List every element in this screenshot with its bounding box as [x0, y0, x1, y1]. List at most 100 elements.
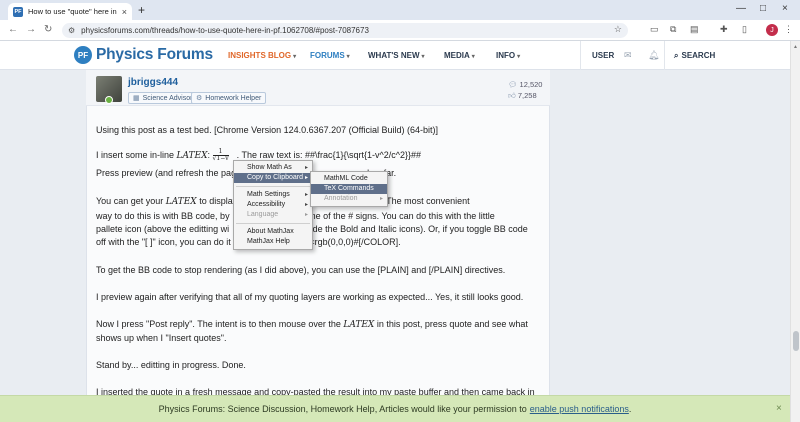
chevron-right-icon: ▸ [304, 165, 308, 171]
nav-divider [664, 41, 665, 70]
text-run: Press preview (and refresh the pag [96, 168, 237, 178]
chevron-down-icon: ▾ [471, 54, 475, 60]
reader-icon[interactable]: ▤ [690, 24, 699, 35]
menu-item-annotation: Annotation ▸ [311, 194, 387, 204]
reload-icon[interactable]: ↻ [44, 24, 52, 35]
menu-label: Language [247, 211, 279, 218]
minimize-icon[interactable]: — [736, 3, 746, 14]
site-logo[interactable]: PF Physics Forums [74, 46, 213, 64]
menu-item-tex-commands[interactable]: TeX Commands [311, 184, 387, 194]
nav-media[interactable]: MEDIA ▾ [444, 51, 475, 60]
extensions-icon[interactable]: ✚ [720, 24, 728, 35]
post-paragraph: To get the BB code to stop rendering (as… [96, 265, 506, 275]
menu-item-show-math-as[interactable]: Show Math As ▸ [234, 163, 312, 173]
text-run: way to do this is with BB code, by [96, 211, 230, 221]
menu-item-accessibility[interactable]: Accessibility ▸ [234, 200, 312, 210]
latex-logo[interactable]: LATEX [177, 151, 208, 161]
bell-icon[interactable]: 🔔︎ [648, 50, 659, 61]
menu-item-language: Language ▸ [234, 210, 312, 220]
menu-divider [236, 186, 310, 187]
reaction-count-value: 7,258 [517, 91, 537, 100]
advisor-icon: ▦ [133, 95, 140, 102]
menu-label: MathJax Help [247, 238, 290, 245]
window-close-icon[interactable]: × [782, 3, 788, 14]
text-run: in this post, press quote and see what [376, 319, 528, 329]
nav-info[interactable]: INFO ▾ [496, 51, 520, 60]
logo-mark-icon: PF [74, 46, 92, 64]
logo-text: Physics Forums [96, 46, 213, 63]
post-paragraph: I insert some in-line LATEX: 1 √1−v . The … [96, 149, 540, 162]
menu-label: Accessibility [247, 201, 286, 208]
new-tab-button[interactable]: + [138, 3, 145, 17]
side-panel-icon[interactable]: ▯ [742, 24, 747, 35]
url-input[interactable]: ⚙ physicsforums.com/threads/how-to-use-q… [62, 23, 628, 38]
site-info-icon[interactable]: ⚙ [68, 26, 75, 35]
math-fraction[interactable]: 1 √1−v [212, 149, 229, 163]
address-bar-row: ← → ↻ ⚙ physicsforums.com/threads/how-to… [0, 20, 800, 41]
scrollbar-thumb[interactable] [793, 331, 799, 351]
notification-text: Physics Forums: Science Discussion, Home… [158, 404, 527, 414]
clipboard-submenu: MathML Code TeX Commands Annotation ▸ [310, 171, 388, 207]
helper-icon: ⚙ [196, 95, 203, 102]
post-paragraph: Now I press "Post reply". The intent is … [96, 318, 540, 331]
latex-logo[interactable]: LATEX [343, 320, 374, 330]
bookmark-star-icon[interactable]: ☆ [614, 24, 622, 35]
menu-label: About MathJax [247, 228, 294, 235]
nav-label: MEDIA [444, 51, 470, 60]
menu-item-mathjax-help[interactable]: MathJax Help [234, 237, 312, 247]
search-button[interactable]: ⌕ SEARCH [674, 51, 715, 61]
nav-divider [580, 41, 581, 70]
translate-icon[interactable]: ⧉ [670, 24, 676, 35]
menu-divider [236, 223, 310, 224]
menu-item-copy-to-clipboard[interactable]: Copy to Clipboard ▸ [234, 173, 312, 183]
browser-tab[interactable]: PF How to use "quote" here in PF × [8, 3, 132, 20]
url-text: physicsforums.com/threads/how-to-use-quo… [81, 26, 369, 35]
page-scrollbar[interactable]: ▲ [790, 41, 800, 422]
close-icon[interactable]: × [776, 403, 782, 414]
mathjax-context-menu: Show Math As ▸ Copy to Clipboard ▸ Math Se… [233, 160, 313, 250]
fraction-denominator: √1−v [212, 155, 229, 163]
nav-insights-blog[interactable]: INSIGHTS BLOG ▾ [228, 51, 296, 60]
badge-label: Science Advisor [142, 94, 193, 102]
chevron-down-icon: ▾ [346, 54, 350, 60]
profile-avatar[interactable]: J [766, 24, 778, 36]
menu-label: Math Settings [247, 191, 290, 198]
menu-item-mathml-code[interactable]: MathML Code [311, 174, 387, 184]
latex-logo[interactable]: LATEX [166, 197, 197, 207]
nav-forums[interactable]: FORUMS ▾ [310, 51, 350, 60]
text-run: I insert some in-line [96, 150, 175, 160]
back-icon[interactable]: ← [8, 24, 18, 35]
reaction-count: 👍︎ 7,258 [508, 91, 537, 101]
scroll-up-icon[interactable]: ▲ [793, 44, 798, 50]
badge-science-advisor: ▦ Science Advisor [128, 92, 198, 104]
nav-label: INSIGHTS BLOG [228, 51, 292, 60]
site-header: PF Physics Forums INSIGHTS BLOG ▾ FORUMS ▾… [0, 41, 800, 70]
envelope-icon[interactable]: ✉ [624, 50, 632, 61]
nav-label: INFO [496, 51, 516, 60]
text-run: off with the "[ ]" icon, you can do it [96, 237, 231, 247]
enable-push-notifications-link[interactable]: enable push notifications [530, 404, 629, 414]
menu-label: TeX Commands [324, 185, 374, 192]
maximize-icon[interactable]: □ [760, 3, 766, 14]
post-paragraph-line: pallete icon (above the editting wi eside… [96, 223, 540, 235]
user-menu[interactable]: USER [592, 51, 614, 60]
chevron-down-icon: ▾ [421, 54, 425, 60]
post-paragraph-line: way to do this is with BB code, by of one… [96, 210, 540, 222]
thumbs-up-icon: 👍︎ [508, 91, 516, 100]
install-app-icon[interactable]: ▭ [650, 24, 659, 35]
chevron-right-icon: ▸ [379, 196, 383, 202]
message-count-value: 12,520 [519, 80, 543, 89]
badge-homework-helper: ⚙ Homework Helper [191, 92, 267, 104]
menu-item-math-settings[interactable]: Math Settings ▸ [234, 190, 312, 200]
pf-favicon-icon: PF [13, 6, 23, 17]
nav-whats-new[interactable]: WHAT'S NEW ▾ [368, 51, 425, 60]
forward-icon[interactable]: → [26, 24, 36, 35]
post-paragraph-line: shows up when I "Insert quotes". [96, 333, 227, 343]
menu-item-about-mathjax[interactable]: About MathJax [234, 227, 312, 237]
text-run: : [207, 150, 211, 160]
tab-close-icon[interactable]: × [122, 7, 127, 17]
post-username[interactable]: jbriggs444 [128, 77, 178, 88]
chrome-menu-icon[interactable]: ⋮ [784, 24, 793, 35]
push-notification-banner: Physics Forums: Science Discussion, Home… [0, 395, 790, 422]
chevron-down-icon: ▾ [293, 54, 297, 60]
